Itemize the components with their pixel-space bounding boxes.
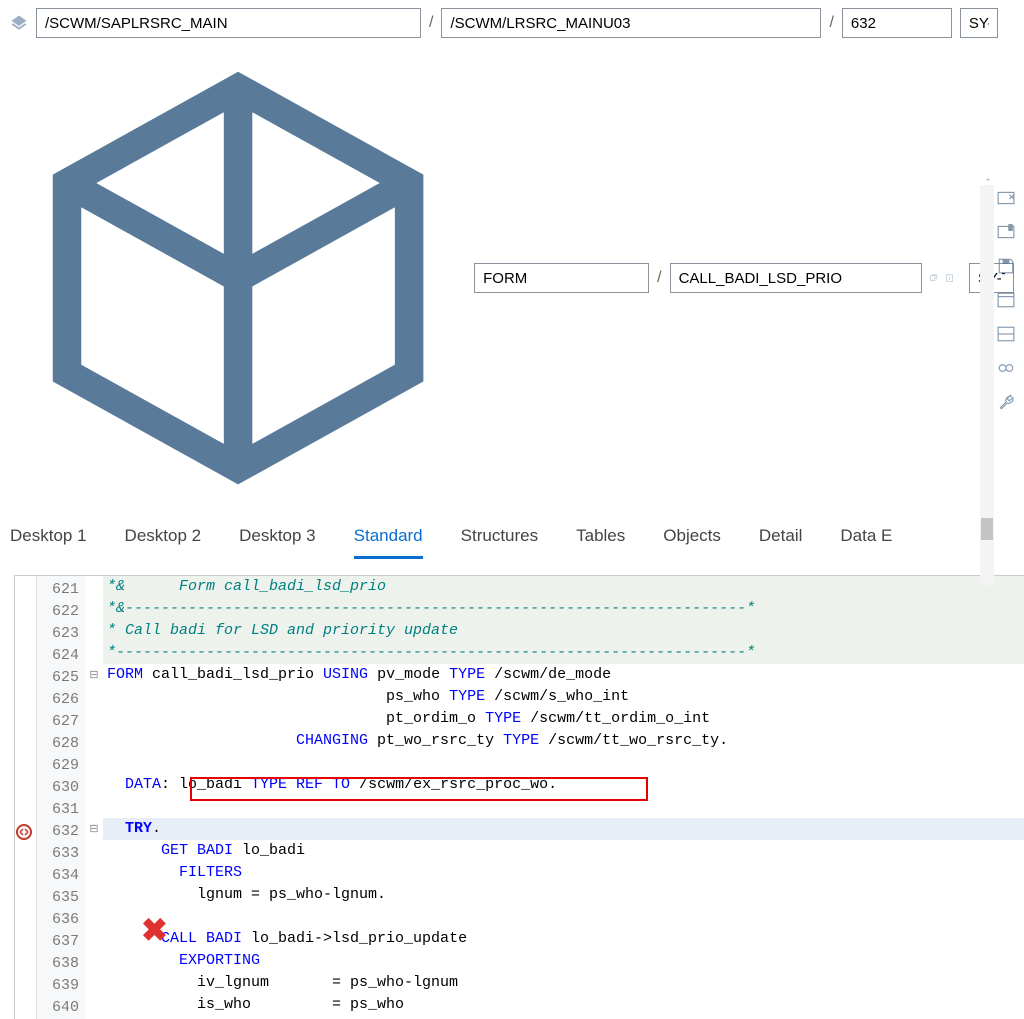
header-row2: / i [0,46,1024,516]
svg-text:i: i [949,276,950,282]
scroll-thumb[interactable] [981,518,993,540]
code-line-629[interactable] [103,752,1024,774]
tab-detail[interactable]: Detail [759,526,802,559]
object-type-field[interactable] [474,263,649,293]
code-line-634[interactable]: FILTERS [103,862,1024,884]
code-line-638[interactable]: EXPORTING [103,950,1024,972]
tab-data-e[interactable]: Data E [840,526,892,559]
code-line-635[interactable]: lgnum = ps_who-lgnum. [103,884,1024,906]
sep: / [429,14,433,32]
tab-desktop-1[interactable]: Desktop 1 [10,526,87,559]
program-field[interactable] [36,8,421,38]
line-numbers: 6216226236246256266276286296306316326336… [37,576,85,1019]
code-line-640[interactable]: is_who = ps_who [103,994,1024,1016]
include-field[interactable] [441,8,821,38]
code-line-628[interactable]: CHANGING pt_wo_rsrc_ty TYPE /scwm/tt_wo_… [103,730,1024,752]
code-editor: 6216226236246256266276286296306316326336… [14,575,1024,1019]
tool-save-icon[interactable] [997,257,1015,275]
tool-wrench-icon[interactable] [997,393,1015,411]
routine-field[interactable] [670,263,923,293]
code-line-622[interactable]: *&--------------------------------------… [103,598,1024,620]
layer-icon [10,14,28,32]
header-row1: / / [0,0,1024,46]
navigate-icon[interactable] [930,270,937,286]
code-line-626[interactable]: ps_who TYPE /scwm/s_who_int [103,686,1024,708]
margin-col [15,576,37,1019]
breakpoint-icon[interactable] [15,823,33,841]
code-line-625[interactable]: FORM call_badi_lsd_prio USING pv_mode TY… [103,664,1024,686]
code-area[interactable]: ✖ *& Form call_badi_lsd_prio*&----------… [103,576,1024,1019]
tab-tables[interactable]: Tables [576,526,625,559]
side-toolbar [994,189,1018,411]
code-line-627[interactable]: pt_ordim_o TYPE /scwm/tt_ordim_o_int [103,708,1024,730]
tab-standard[interactable]: Standard [354,526,423,559]
code-line-636[interactable] [103,906,1024,928]
tab-objects[interactable]: Objects [663,526,721,559]
info-icon[interactable]: i [946,270,953,286]
tab-desktop-3[interactable]: Desktop 3 [239,526,316,559]
vertical-scrollbar[interactable] [980,185,994,585]
code-line-621[interactable]: *& Form call_badi_lsd_prio [103,576,1024,598]
line-field[interactable] [842,8,952,38]
code-line-633[interactable]: GET BADI lo_badi [103,840,1024,862]
sep: / [829,14,833,32]
tool-window-icon[interactable] [997,291,1015,309]
tool-link-icon[interactable] [997,359,1015,377]
code-line-637[interactable]: CALL BADI lo_badi->lsd_prio_update [103,928,1024,950]
error-x-icon: ✖ [141,911,168,951]
tab-structures[interactable]: Structures [461,526,538,559]
fold-column: ⊟⊟ [85,576,103,1019]
code-line-623[interactable]: * Call badi for LSD and priority update [103,620,1024,642]
code-line-639[interactable]: iv_lgnum = ps_who-lgnum [103,972,1024,994]
sy-field-1[interactable] [960,8,998,38]
sep: / [657,269,661,287]
tab-bar: Desktop 1 Desktop 2 Desktop 3 Standard Struc… [0,516,1024,561]
tool-close-icon[interactable] [997,189,1015,207]
cube-icon [10,50,466,506]
highlight-box [190,777,648,801]
tool-layout-icon[interactable] [997,325,1015,343]
code-line-632[interactable]: TRY. [103,818,1024,840]
code-line-624[interactable]: *---------------------------------------… [103,642,1024,664]
tab-desktop-2[interactable]: Desktop 2 [125,526,202,559]
tool-bookmark-icon[interactable] [997,223,1015,241]
